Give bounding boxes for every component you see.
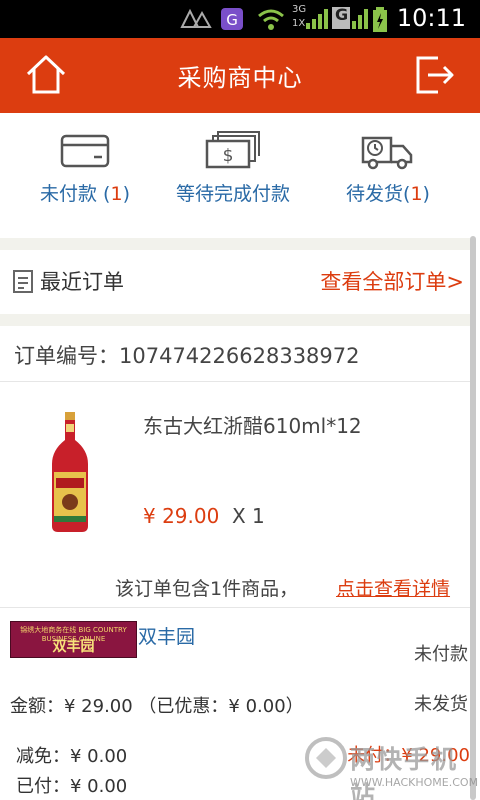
status-to-ship[interactable]: 待发货(1) xyxy=(346,131,430,206)
order-number-row: 订单编号：107474226628338972 xyxy=(0,326,470,382)
divider xyxy=(0,238,470,250)
signal-icon xyxy=(306,9,328,29)
watermark-logo-icon xyxy=(305,737,347,779)
notification-icon xyxy=(180,8,212,28)
card-icon xyxy=(60,134,110,168)
wifi-icon xyxy=(258,9,284,30)
order-item-count-text: 该订单包含1件商品， xyxy=(115,578,299,600)
watermark: 两快手机站 WWW.HACKHOME.COM xyxy=(304,732,478,800)
watermark-url: WWW.HACKHOME.COM xyxy=(350,776,479,789)
truck-icon xyxy=(361,136,413,170)
status-bar: G 3G 1X G 10:11 xyxy=(0,0,480,38)
battery-icon xyxy=(373,7,387,32)
g-app-icon: G xyxy=(221,8,243,30)
product-name: 东古大红浙醋610ml*12 xyxy=(143,414,362,438)
document-icon xyxy=(13,270,33,293)
recent-orders-header: 最近订单 查看全部订单> xyxy=(0,250,470,314)
order-summary: 该订单包含1件商品， 点击查看详情 xyxy=(0,568,472,608)
divider xyxy=(0,314,470,326)
svg-text:G: G xyxy=(226,11,238,29)
view-details-link[interactable]: 点击查看详情 xyxy=(336,574,450,601)
payment-status: 未付款 xyxy=(414,644,468,665)
shipping-status: 未发货 xyxy=(414,694,468,715)
product-price: ¥ 29.00 xyxy=(143,504,220,528)
status-to-ship-count: 1 xyxy=(410,183,423,205)
reduction-amount: 减免：¥ 0.00 xyxy=(16,746,128,767)
order-amount: 金额：¥ 29.00 （已优惠：¥ 0.00） xyxy=(10,696,304,717)
scrollbar[interactable] xyxy=(470,236,476,800)
status-awaiting-payment-label: 等待完成付款 xyxy=(176,183,291,205)
logout-icon[interactable] xyxy=(412,52,456,96)
signal-g-label: G xyxy=(335,5,349,24)
status-to-ship-label: 待发货 xyxy=(346,183,404,205)
order-status-row: 未付款 (1) $ 等待完成付款 待发货(1) xyxy=(0,113,480,238)
shop-name-link[interactable]: 双丰园 xyxy=(138,622,195,649)
page-title: 采购商中心 xyxy=(177,64,303,92)
status-awaiting-payment[interactable]: $ 等待完成付款 xyxy=(176,131,290,206)
paid-amount: 已付：¥ 0.00 xyxy=(16,776,128,797)
watermark-text: 两快手机站 xyxy=(350,745,459,800)
clock: 10:11 xyxy=(396,4,466,32)
order-number: 订单编号：107474226628338972 xyxy=(14,344,360,368)
order-product[interactable]: 东古大红浙醋610ml*12 ¥ 29.00 X 1 xyxy=(0,382,470,562)
app-header: 采购商中心 xyxy=(0,38,480,113)
recent-orders-title: 最近订单 xyxy=(40,270,124,294)
shop-logo-name: 双丰园 xyxy=(52,639,95,655)
status-unpaid-label: 未付款 xyxy=(40,183,98,205)
view-all-orders-link[interactable]: 查看全部订单> xyxy=(320,266,464,296)
product-quantity: X 1 xyxy=(232,504,265,528)
product-image xyxy=(52,412,88,532)
status-unpaid-count: 1 xyxy=(110,183,123,205)
shop-logo[interactable]: 锦绣大地商务在线 BIG COUNTRY BUSINESS ONLINE 双丰园 xyxy=(10,621,137,658)
svg-text:$: $ xyxy=(223,146,234,166)
cash-icon: $ xyxy=(205,131,260,169)
status-unpaid[interactable]: 未付款 (1) xyxy=(40,131,130,206)
